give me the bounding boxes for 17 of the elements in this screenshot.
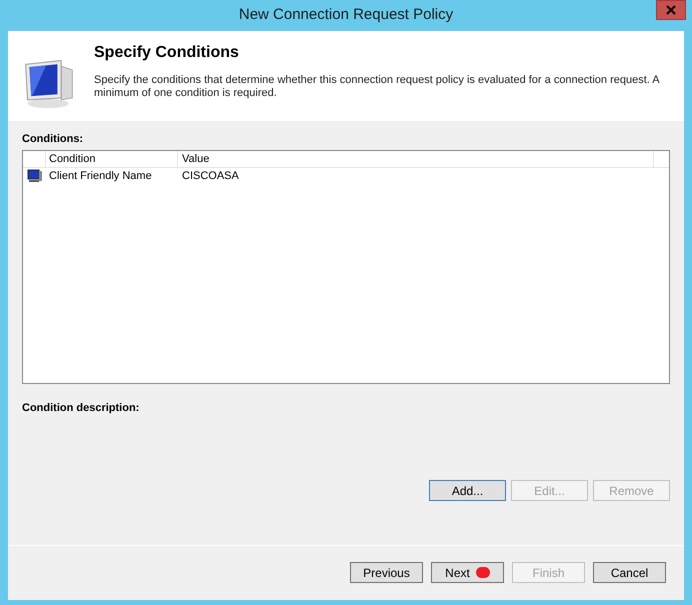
close-button[interactable] [656, 0, 686, 20]
dialog-button[interactable]: Previous [350, 562, 423, 583]
monitor-icon [26, 169, 42, 183]
page-heading: Specify Conditions [94, 43, 240, 63]
dialog-button[interactable]: Next [431, 562, 504, 583]
page-description: Specify the conditions that determine whether this connection request policy is evaluated for a connection request. A minimum of one condition is required. [94, 74, 660, 100]
section-label: Condition description: [22, 400, 140, 416]
dialog-button[interactable]: Cancel [593, 562, 666, 583]
dialog-button[interactable]: Add... [429, 480, 506, 501]
condition-row[interactable]: Client Friendly Name CISCOASA [23, 168, 669, 184]
column-header[interactable]: Condition [46, 150, 178, 166]
close-icon [666, 5, 676, 15]
table-cell-text: CISCOASA [181, 168, 239, 184]
table-cell-text: Client Friendly Name [48, 168, 153, 184]
window-title: New Connection Request Policy [238, 5, 454, 26]
column-header[interactable]: Value [178, 150, 654, 166]
section-label: Conditions: [22, 132, 84, 147]
